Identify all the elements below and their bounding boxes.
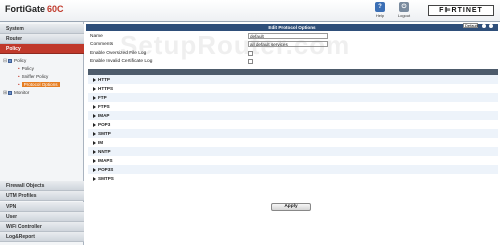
apply-button[interactable]: Apply bbox=[271, 203, 311, 211]
protocol-row-imap[interactable]: IMAP bbox=[88, 111, 498, 120]
expand-arrow-icon bbox=[93, 113, 96, 118]
bullet-icon: • bbox=[18, 74, 20, 79]
main-panel: Edit Protocol Options Default Name defau… bbox=[86, 22, 500, 245]
fortinet-logo: F⊫RTINET bbox=[428, 5, 494, 16]
collapse-icon[interactable]: ⊟ bbox=[3, 58, 7, 64]
nav-section-user[interactable]: User bbox=[0, 212, 84, 222]
nav-section-utm-profiles[interactable]: UTM Profiles bbox=[0, 191, 84, 201]
folder-icon bbox=[8, 58, 12, 63]
expand-arrow-icon bbox=[93, 122, 96, 127]
brand-model: 60C bbox=[47, 4, 64, 14]
nav-section-log-report[interactable]: Log&Report bbox=[0, 232, 84, 242]
expand-icon[interactable]: ⊞ bbox=[3, 90, 7, 96]
panel-title-text: Edit Protocol Options bbox=[268, 25, 316, 30]
expand-arrow-icon bbox=[93, 167, 96, 172]
protocol-label: IMAPS bbox=[98, 158, 113, 163]
tree-item-policy[interactable]: ⊟ Policy bbox=[3, 58, 26, 64]
protocol-row-pop3s[interactable]: POP3S bbox=[88, 165, 498, 174]
protocol-label: SMTPS bbox=[98, 176, 114, 181]
protocol-label: SMTP bbox=[98, 131, 111, 136]
tree-label: Policy bbox=[21, 66, 34, 71]
brand: FortiGate 60C bbox=[5, 4, 64, 14]
nav-section-router[interactable]: Router bbox=[0, 34, 84, 44]
expand-arrow-icon bbox=[93, 95, 96, 100]
tree-label: Monitor bbox=[14, 90, 30, 95]
refresh-icon[interactable] bbox=[482, 24, 486, 28]
panel-title: Edit Protocol Options bbox=[86, 24, 498, 31]
bullet-icon: • bbox=[18, 82, 20, 87]
protocol-label: FTP bbox=[98, 95, 107, 100]
logout-button[interactable]: ⏻ Logout bbox=[396, 2, 412, 20]
invalid-cert-log-label: Enable Invalid Certificate Log bbox=[90, 59, 153, 64]
nav-section-policy[interactable]: Policy bbox=[0, 44, 84, 54]
tree-item-policy-child[interactable]: • Policy bbox=[18, 66, 34, 72]
protocol-row-pop3[interactable]: POP3 bbox=[88, 120, 498, 129]
logout-label: Logout bbox=[397, 13, 411, 18]
protocol-label: POP3S bbox=[98, 167, 114, 172]
protocol-label: POP3 bbox=[98, 122, 111, 127]
protocol-row-http[interactable]: HTTP bbox=[88, 75, 498, 84]
protocol-label: IMAP bbox=[98, 113, 110, 118]
comments-label: Comments bbox=[90, 42, 114, 47]
expand-arrow-icon bbox=[93, 104, 96, 109]
protocol-label: NNTP bbox=[98, 149, 111, 154]
help-button[interactable]: ? Help bbox=[372, 2, 388, 20]
protocol-label: IM bbox=[98, 140, 104, 145]
protocol-row-ftp[interactable]: FTP bbox=[88, 93, 498, 102]
settings-icon[interactable] bbox=[489, 24, 493, 28]
expand-arrow-icon bbox=[93, 131, 96, 136]
help-icon: ? bbox=[375, 2, 385, 12]
invalid-cert-log-checkbox[interactable] bbox=[248, 59, 253, 64]
brand-name: FortiGate bbox=[5, 4, 46, 14]
expand-arrow-icon bbox=[93, 158, 96, 163]
bullet-icon: • bbox=[18, 66, 20, 71]
protocol-row-smtps[interactable]: SMTPS bbox=[88, 174, 498, 183]
nav-section-wifi-controller[interactable]: WiFi Controller bbox=[0, 222, 84, 232]
tree-label: Protocol Options bbox=[21, 82, 60, 87]
protocol-row-imaps[interactable]: IMAPS bbox=[88, 156, 498, 165]
protocol-row-smtp[interactable]: SMTP bbox=[88, 129, 498, 138]
name-label: Name bbox=[90, 34, 103, 39]
tree-item-protocol-options[interactable]: • Protocol Options bbox=[18, 82, 60, 88]
protocol-row-nntp[interactable]: NNTP bbox=[88, 147, 498, 156]
protocol-label: FTPS bbox=[98, 104, 110, 109]
expand-arrow-icon bbox=[93, 176, 96, 181]
oversized-log-checkbox[interactable] bbox=[248, 51, 253, 56]
nav-section-firewall-objects[interactable]: Firewall Objects bbox=[0, 181, 84, 191]
vdom-select[interactable]: Default bbox=[463, 23, 478, 28]
top-header: FortiGate 60C ? Help ⏻ Logout F⊫RTINET bbox=[0, 0, 500, 22]
protocol-row-ftps[interactable]: FTPS bbox=[88, 102, 498, 111]
expand-arrow-icon bbox=[93, 149, 96, 154]
expand-arrow-icon bbox=[93, 86, 96, 91]
comments-input[interactable]: all default services bbox=[248, 41, 328, 47]
name-input[interactable]: default bbox=[248, 33, 328, 39]
protocol-row-https[interactable]: HTTPS bbox=[88, 84, 498, 93]
nav-section-vpn[interactable]: VPN bbox=[0, 202, 84, 212]
expand-arrow-icon bbox=[93, 77, 96, 82]
protocol-label: HTTP bbox=[98, 77, 110, 82]
nav-section-system[interactable]: System bbox=[0, 24, 84, 34]
help-label: Help bbox=[375, 13, 385, 18]
expand-arrow-icon bbox=[93, 140, 96, 145]
folder-icon bbox=[8, 90, 12, 95]
tree-label: Policy bbox=[14, 58, 27, 63]
protocol-label: HTTPS bbox=[98, 86, 114, 91]
sidebar: System Router Policy ⊟ Policy • Policy • Sn… bbox=[0, 22, 84, 245]
tree-item-monitor[interactable]: ⊞ Monitor bbox=[3, 90, 29, 96]
oversized-log-label: Enable Oversized File Log bbox=[90, 51, 147, 56]
logout-icon: ⏻ bbox=[399, 2, 409, 12]
tree-item-sniffer-policy[interactable]: • Sniffer Policy bbox=[18, 74, 48, 80]
tree-label: Sniffer Policy bbox=[21, 74, 49, 79]
protocol-row-im[interactable]: IM bbox=[88, 138, 498, 147]
